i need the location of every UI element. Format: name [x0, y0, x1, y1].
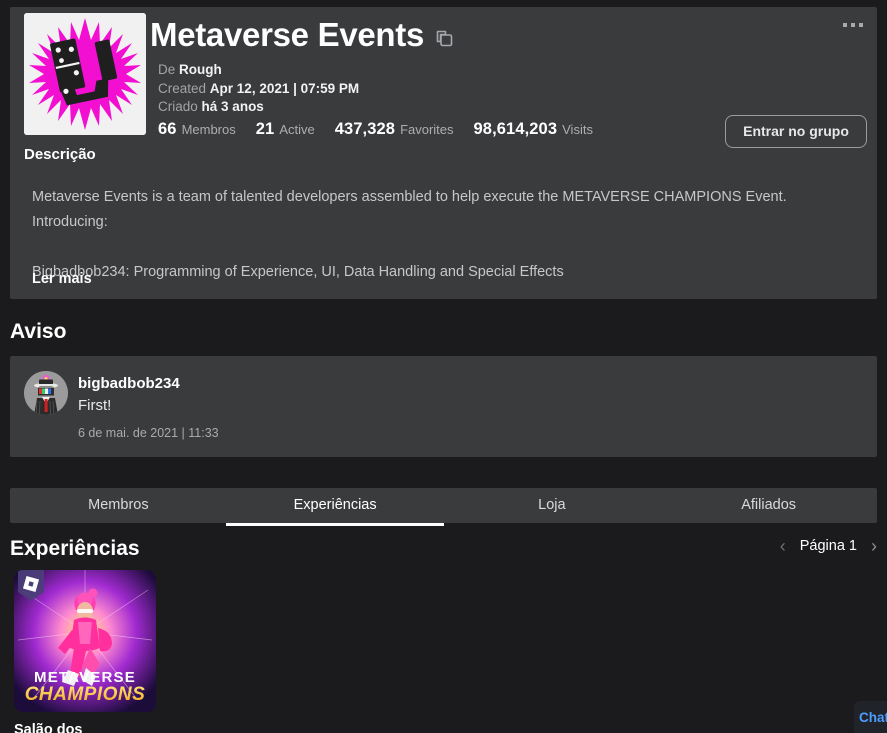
chat-widget[interactable]: Chat	[854, 701, 887, 733]
criado-line: Criado há 3 anos	[158, 98, 359, 117]
criado-label: Criado	[158, 99, 198, 114]
announcement-card: bigbadbob234 First! 6 de mai. de 2021 | …	[10, 356, 877, 457]
group-profile-card: Metaverse Events De Rough Created Apr 12…	[10, 7, 877, 299]
announcement-author[interactable]: bigbadbob234	[78, 375, 180, 392]
svg-text:CHAMPIONS: CHAMPIONS	[25, 684, 146, 705]
more-dot	[843, 23, 847, 27]
copy-icon[interactable]	[435, 29, 454, 48]
owner-label: De	[158, 62, 176, 77]
stat-label: Active	[279, 122, 315, 137]
owner-line: De Rough	[158, 61, 359, 80]
stat-label: Visits	[562, 122, 593, 137]
created-line: Created Apr 12, 2021 | 07:59 PM	[158, 80, 359, 99]
more-options-icon[interactable]	[843, 23, 863, 27]
experience-card[interactable]: METAVERSE CHAMPIONS Salão dos	[14, 570, 156, 733]
stat-value: 437,328	[334, 120, 396, 138]
description-body: Metaverse Events is a team of talented d…	[32, 189, 787, 280]
tab-loja[interactable]: Loja	[444, 488, 661, 523]
owner-name[interactable]: Rough	[179, 62, 222, 77]
experience-thumbnail: METAVERSE CHAMPIONS	[14, 570, 156, 712]
tab-afiliados[interactable]: Afiliados	[660, 488, 877, 523]
tab-experiencias[interactable]: Experiências	[227, 488, 444, 523]
page-label: Página 1	[799, 538, 857, 554]
experience-title: Salão dos	[14, 722, 83, 733]
announcement-date: 6 de mai. de 2021 | 11:33	[78, 426, 219, 440]
created-label: Created	[158, 80, 207, 96]
more-dot	[851, 23, 855, 27]
top-strip	[0, 0, 887, 7]
stat-label: Favorites	[400, 122, 454, 137]
read-more-button[interactable]: Ler mais	[32, 271, 92, 287]
stat-value: 21	[255, 120, 275, 138]
join-group-button[interactable]: Entrar no grupo	[725, 115, 867, 148]
page-title: Metaverse Events	[150, 16, 425, 53]
group-stats: 66 Membros 21 Active 437,328 Favorites 98,6…	[158, 120, 613, 139]
chevron-right-icon[interactable]: ›	[871, 536, 877, 556]
created-value: Apr 12, 2021 | 07:59 PM	[209, 80, 360, 96]
stat-label: Membros	[181, 122, 236, 137]
stat-membros: 66 Membros	[158, 120, 236, 139]
chat-label: Chat	[859, 709, 887, 725]
stat-favorites: 437,328 Favorites	[335, 120, 454, 139]
group-metadata: De Rough Created Apr 12, 2021 | 07:59 PM…	[158, 61, 359, 117]
chevron-left-icon[interactable]: ‹	[780, 536, 786, 556]
tab-membros[interactable]: Membros	[10, 488, 227, 523]
avatar[interactable]	[24, 371, 68, 415]
title-row: Metaverse Events	[150, 15, 454, 55]
experiences-heading: Experiências	[10, 537, 140, 560]
stat-visits: 98,614,203 Visits	[474, 120, 593, 139]
experiences-pagination: ‹ Página 1 ›	[780, 536, 877, 556]
criado-value: há 3 anos	[201, 99, 264, 114]
description-heading: Descrição	[24, 146, 96, 163]
stat-value: 66	[158, 120, 177, 138]
stat-value: 98,614,203	[473, 120, 558, 138]
more-dot	[859, 23, 863, 27]
group-logo	[24, 13, 146, 135]
announcement-heading: Aviso	[10, 320, 67, 343]
tab-bar: Membros Experiências Loja Afiliados	[10, 488, 877, 523]
announcement-message: First!	[78, 397, 112, 414]
stat-active: 21 Active	[256, 120, 315, 139]
